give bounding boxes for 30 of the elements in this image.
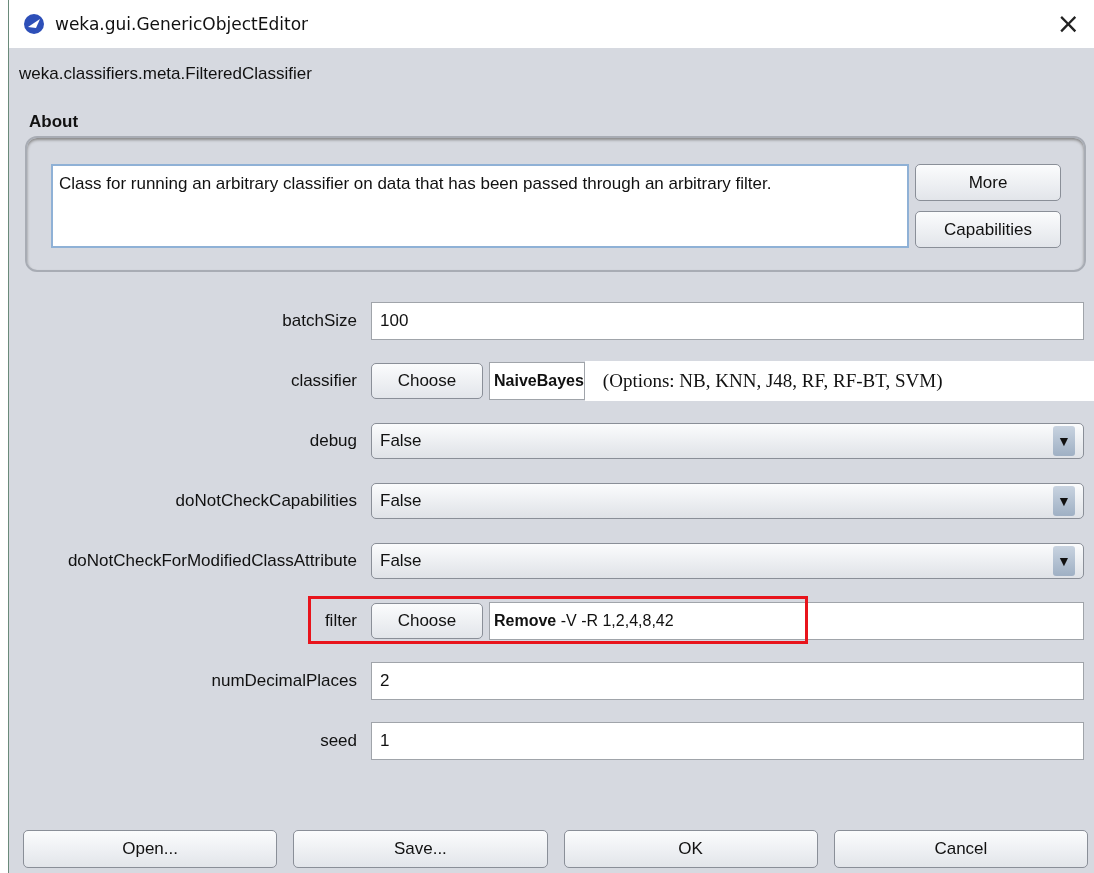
close-button[interactable]: × (1054, 10, 1082, 38)
dialog-button[interactable]: Save... (293, 830, 548, 868)
dropdown[interactable]: False ▼ (371, 483, 1084, 519)
property-label: doNotCheckForModifiedClassAttribute (66, 551, 358, 571)
dialog-button[interactable]: Cancel (833, 830, 1088, 868)
annotation-note: (Options: NB, KNN, J48, RF, RF-BT, SVM) (584, 361, 1094, 401)
property-label: numDecimalPlaces (210, 671, 358, 691)
property-label: filter (323, 611, 358, 631)
text-field[interactable]: 100 (371, 302, 1084, 340)
panel-button[interactable]: Capabilities (915, 211, 1061, 248)
dropdown[interactable]: False ▼ (371, 543, 1084, 579)
object-field[interactable]: NaiveBayes (489, 362, 585, 400)
text-field[interactable]: 1 (371, 722, 1084, 760)
description-text: Class for running an arbitrary classifier on data that has been passed through an arbitrary filter. (51, 164, 909, 248)
choose-button[interactable]: Choose (371, 363, 483, 399)
class-name: weka.classifiers.meta.FilteredClassifier (18, 63, 313, 84)
object-field[interactable]: Remove -V -R 1,2,4,8,42 (489, 602, 1084, 640)
property-label: seed (319, 731, 358, 751)
dropdown[interactable]: False ▼ (371, 423, 1084, 459)
property-label: classifier (289, 371, 358, 391)
property-label: batchSize (281, 311, 358, 331)
panel-button[interactable]: More (915, 164, 1061, 201)
window-title: weka.gui.GenericObjectEditor (55, 14, 310, 34)
text-field[interactable]: 2 (371, 662, 1084, 700)
dialog-button[interactable]: Open... (23, 830, 278, 868)
property-label: doNotCheckCapabilities (174, 491, 358, 511)
section-heading: About (28, 111, 80, 133)
property-label: debug (308, 431, 358, 451)
dialog-button[interactable]: OK (563, 830, 818, 868)
choose-button[interactable]: Choose (371, 603, 483, 639)
